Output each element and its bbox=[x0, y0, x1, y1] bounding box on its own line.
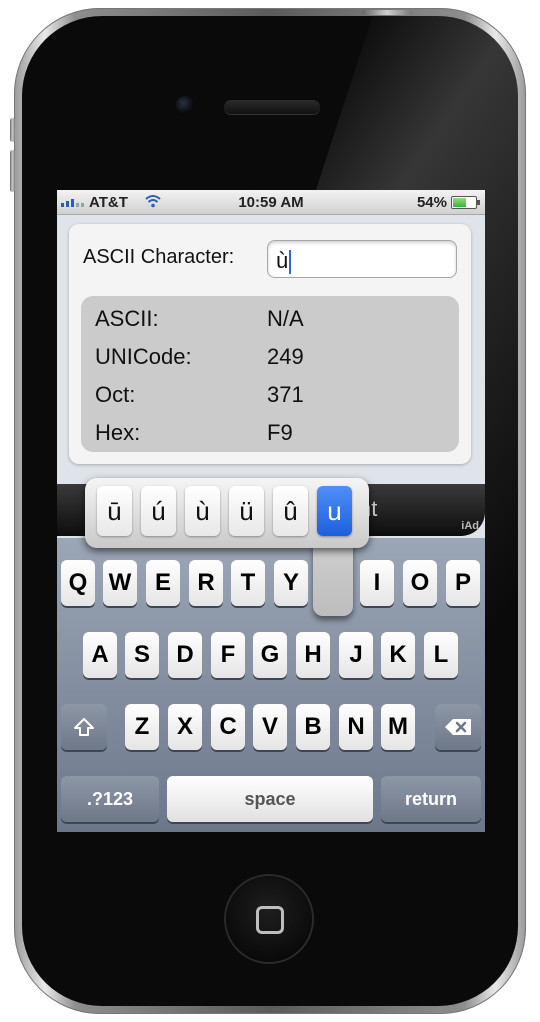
key-b[interactable]: B bbox=[296, 704, 330, 750]
converter-card: ASCII Character: ù ASCII: N/A UNICode: 2… bbox=[69, 224, 471, 464]
accent-popup: ū ú ù ü û u bbox=[85, 478, 369, 548]
key-q[interactable]: Q bbox=[61, 560, 95, 606]
key-m[interactable]: M bbox=[381, 704, 415, 750]
key-a[interactable]: A bbox=[83, 632, 117, 678]
key-e[interactable]: E bbox=[146, 560, 180, 606]
key-s[interactable]: S bbox=[125, 632, 159, 678]
shift-icon bbox=[74, 718, 94, 736]
front-camera bbox=[176, 96, 194, 114]
key-n[interactable]: N bbox=[339, 704, 373, 750]
ascii-character-label: ASCII Character: bbox=[83, 246, 235, 268]
key-t[interactable]: T bbox=[231, 560, 265, 606]
key-c[interactable]: C bbox=[211, 704, 245, 750]
info-value: F9 bbox=[267, 420, 293, 445]
key-w[interactable]: W bbox=[103, 560, 137, 606]
text-caret bbox=[289, 250, 292, 275]
info-value: 249 bbox=[267, 344, 304, 369]
key-r[interactable]: R bbox=[189, 560, 223, 606]
earpiece-speaker bbox=[224, 100, 320, 114]
info-value: 371 bbox=[267, 382, 304, 407]
sleep-button bbox=[362, 10, 412, 15]
input-value: ù bbox=[276, 248, 289, 273]
key-h[interactable]: H bbox=[296, 632, 330, 678]
key-l[interactable]: L bbox=[424, 632, 458, 678]
status-bar: AT&T 10:59 AM 54% bbox=[57, 190, 485, 215]
accent-option-u-acute[interactable]: ú bbox=[141, 486, 176, 536]
return-key[interactable]: return bbox=[381, 776, 481, 822]
key-v[interactable]: V bbox=[253, 704, 287, 750]
accent-popup-stem bbox=[313, 540, 353, 616]
volume-up-button bbox=[10, 118, 15, 142]
ascii-character-input[interactable]: ù bbox=[267, 240, 457, 278]
screen: AT&T 10:59 AM 54% ASCII Character: ù ASC… bbox=[57, 190, 485, 832]
accent-option-u-circumflex[interactable]: û bbox=[273, 486, 308, 536]
shift-key[interactable] bbox=[61, 704, 107, 750]
battery-icon bbox=[451, 196, 480, 209]
key-g[interactable]: G bbox=[253, 632, 287, 678]
key-f[interactable]: F bbox=[211, 632, 245, 678]
numbers-key[interactable]: .?123 bbox=[61, 776, 159, 822]
info-panel: ASCII: N/A UNICode: 249 Oct: 371 Hex: F9 bbox=[81, 296, 459, 452]
accent-option-u-macron[interactable]: ū bbox=[97, 486, 132, 536]
key-p[interactable]: P bbox=[446, 560, 480, 606]
info-key: UNICode: bbox=[95, 344, 192, 369]
key-z[interactable]: Z bbox=[125, 704, 159, 750]
info-key: ASCII: bbox=[95, 306, 159, 331]
key-d[interactable]: D bbox=[168, 632, 202, 678]
info-key: Hex: bbox=[95, 420, 141, 445]
home-square-icon bbox=[256, 906, 284, 934]
key-o[interactable]: O bbox=[403, 560, 437, 606]
battery-percent: 54% bbox=[416, 194, 447, 211]
key-i[interactable]: I bbox=[360, 560, 394, 606]
key-j[interactable]: J bbox=[339, 632, 373, 678]
space-key[interactable]: space bbox=[167, 776, 373, 822]
key-y[interactable]: Y bbox=[274, 560, 308, 606]
backspace-icon bbox=[445, 719, 471, 735]
accent-option-u-grave[interactable]: ù bbox=[185, 486, 220, 536]
key-k[interactable]: K bbox=[381, 632, 415, 678]
accent-option-u-umlaut[interactable]: ü bbox=[229, 486, 264, 536]
home-button[interactable] bbox=[226, 876, 312, 962]
volume-down-button bbox=[10, 150, 15, 192]
accent-option-u-plain-selected[interactable]: u bbox=[317, 486, 352, 536]
iad-label: iAd bbox=[461, 520, 479, 532]
backspace-key[interactable] bbox=[435, 704, 481, 750]
info-value: N/A bbox=[267, 306, 304, 331]
info-key: Oct: bbox=[95, 382, 136, 407]
keyboard: Q W E R T Y I O P A S D F G H J K L Z X … bbox=[57, 538, 485, 832]
key-x[interactable]: X bbox=[168, 704, 202, 750]
